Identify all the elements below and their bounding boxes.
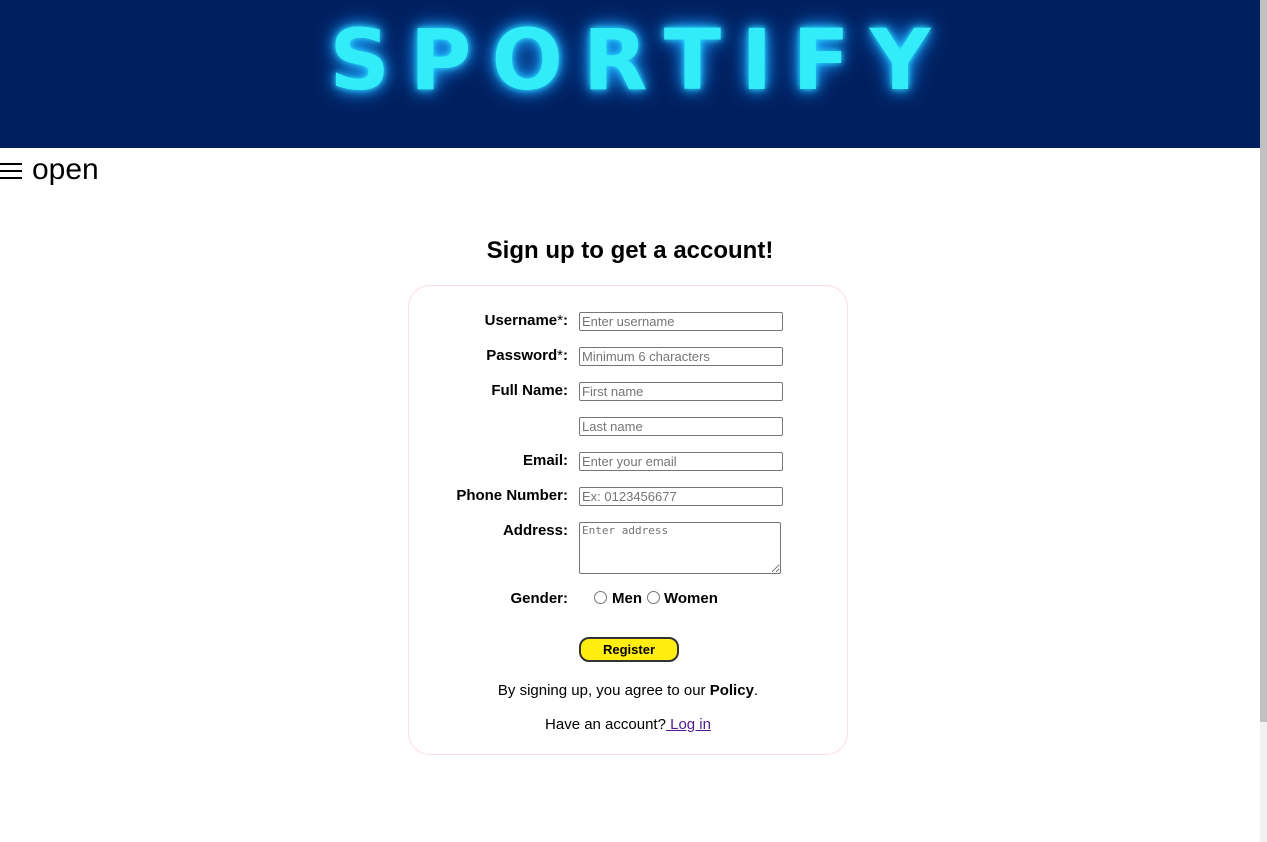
first-name-input[interactable] [579, 382, 783, 401]
hamburger-icon [0, 158, 22, 184]
scrollbar-thumb[interactable] [1260, 0, 1267, 722]
gender-label: Gender: [510, 590, 568, 607]
menu-toggle-label: open [32, 153, 99, 186]
vertical-scrollbar[interactable] [1260, 0, 1267, 842]
login-prompt: Have an account? Log in [545, 716, 711, 733]
menu-toggle-button[interactable]: open [0, 152, 99, 188]
last-name-input[interactable] [579, 417, 783, 436]
phone-input[interactable] [579, 487, 783, 506]
email-label: Email: [522, 452, 568, 469]
password-input[interactable] [579, 347, 783, 366]
header-banner: SPORTIFY [0, 0, 1260, 148]
password-label: Password*: [486, 347, 568, 364]
address-label: Address: [502, 522, 568, 539]
gender-men-label[interactable]: Men [612, 590, 642, 608]
full-name-label: Full Name: [491, 382, 568, 399]
login-link[interactable]: Log in [666, 716, 711, 733]
site-logo[interactable]: SPORTIFY [0, 5, 1260, 115]
address-textarea[interactable] [579, 522, 781, 574]
policy-text: By signing up, you agree to our Policy. [497, 682, 759, 699]
username-label: Username*: [484, 312, 568, 329]
phone-label: Phone Number: [456, 487, 568, 504]
gender-women-label[interactable]: Women [664, 590, 718, 608]
form-heading: Sign up to get a account! [486, 237, 774, 264]
register-button[interactable]: Register [579, 637, 679, 662]
policy-link[interactable]: Policy [710, 682, 754, 699]
gender-men-radio[interactable] [594, 591, 607, 604]
email-input[interactable] [579, 452, 783, 471]
gender-women-radio[interactable] [647, 591, 660, 604]
username-input[interactable] [579, 312, 783, 331]
